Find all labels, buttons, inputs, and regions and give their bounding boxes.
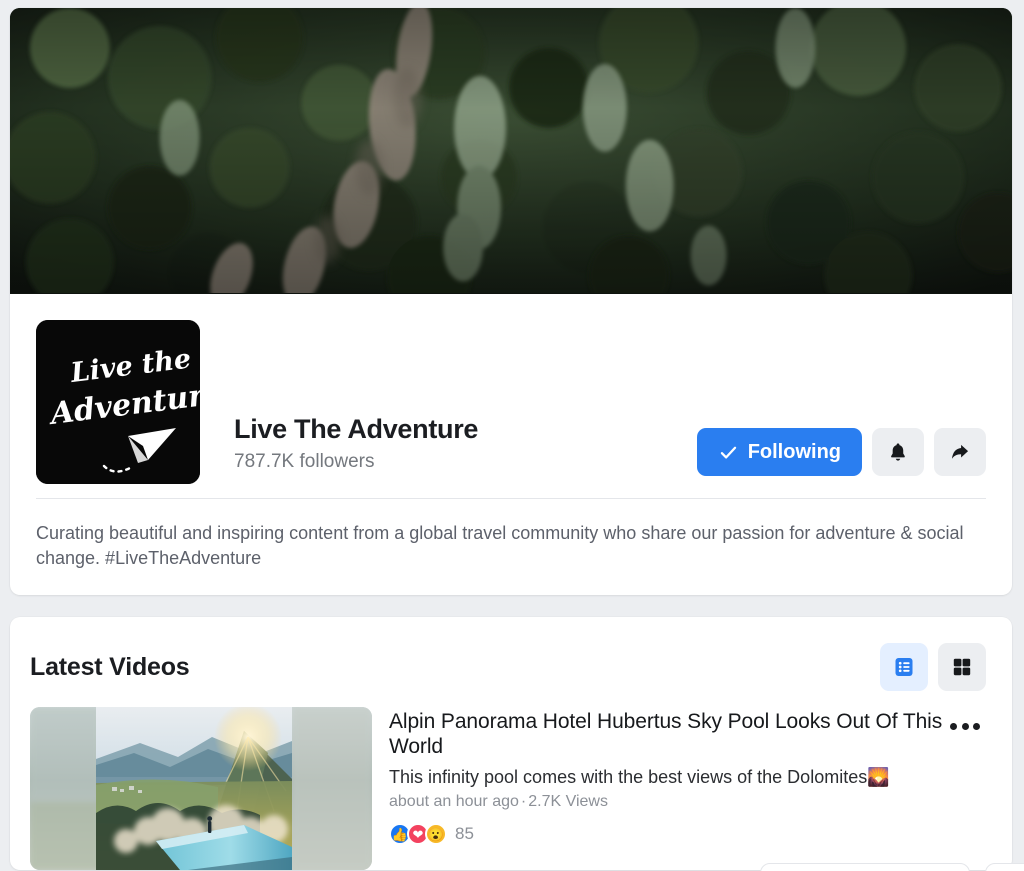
video-title[interactable]: Alpin Panorama Hotel Hubertus Sky Pool L…: [389, 709, 954, 759]
share-arrow-icon: [951, 444, 969, 459]
video-more-options-button[interactable]: [948, 715, 982, 737]
profile-actions: Following: [696, 428, 986, 488]
video-thumbnail-image: [30, 707, 372, 870]
profile-header-row: Live the Adventure Live The Adventure 78…: [10, 294, 1012, 488]
video-details: Alpin Panorama Hotel Hubertus Sky Pool L…: [389, 707, 992, 870]
reaction-count: 85: [455, 824, 474, 843]
following-button[interactable]: Following: [696, 428, 862, 476]
list-view-toggle[interactable]: [880, 643, 928, 691]
avatar-logo-image: Live the Adventure: [36, 320, 200, 484]
video-timestamp: about an hour ago: [389, 793, 519, 810]
view-toggle-group: [880, 643, 986, 691]
grid-view-icon: [953, 658, 971, 676]
profile-identity: Live The Adventure 787.7K followers: [200, 412, 697, 488]
video-view-count: 2.7K Views: [528, 793, 608, 810]
wow-reaction-icon: 😮: [425, 823, 447, 845]
video-thumbnail[interactable]: [30, 707, 372, 870]
profile-card: Live the Adventure Live The Adventure 78…: [10, 8, 1012, 595]
cover-photo-image: [10, 8, 1012, 294]
check-icon: [720, 446, 736, 459]
more-options-dot: [973, 722, 980, 730]
video-subinfo: about an hour ago · 2.7K Views: [389, 793, 992, 811]
list-view-icon: [895, 658, 913, 676]
bell-icon: [891, 443, 905, 461]
avatar[interactable]: Live the Adventure: [36, 320, 200, 484]
follower-count: 787.7K followers: [234, 451, 375, 472]
share-button[interactable]: [934, 428, 986, 476]
latest-videos-card: Latest Videos Alpin Panorama Hotel Huber…: [10, 617, 1012, 870]
cover-photo[interactable]: [10, 8, 1012, 294]
following-button-label: Following: [747, 440, 841, 463]
video-description: This infinity pool comes with the best v…: [389, 767, 890, 787]
page-description: Curating beautiful and inspiring content…: [36, 523, 964, 568]
more-options-dot: [961, 722, 969, 730]
latest-videos-header: Latest Videos: [10, 617, 1012, 691]
notifications-button[interactable]: [872, 428, 924, 476]
section-title: Latest Videos: [30, 652, 190, 681]
video-list-item[interactable]: Alpin Panorama Hotel Hubertus Sky Pool L…: [10, 691, 1012, 870]
video-reactions[interactable]: 👍 ❤ 😮 85: [389, 823, 992, 845]
grid-view-toggle[interactable]: [938, 643, 986, 691]
page-title: Live The Adventure: [234, 414, 479, 444]
more-options-dot: [950, 722, 957, 730]
page-root: Live the Adventure Live The Adventure 78…: [0, 0, 1024, 871]
subinfo-separator: ·: [520, 793, 527, 810]
